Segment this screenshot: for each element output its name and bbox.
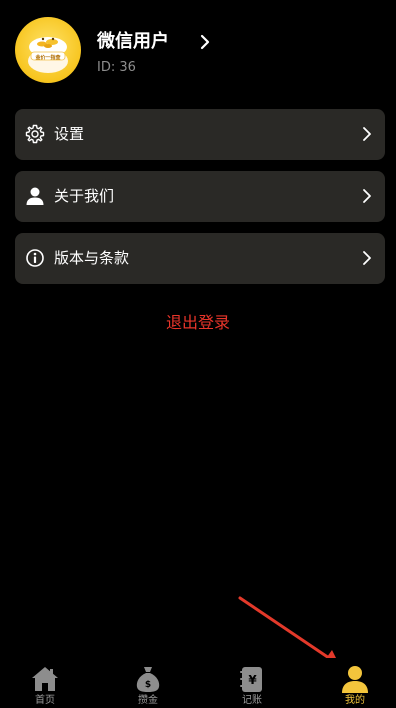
home-icon [32, 667, 58, 691]
chevron-right-icon[interactable] [198, 34, 212, 50]
profile-name[interactable]: 微信用户 [97, 30, 169, 54]
menu-item-label: 设置 [54, 125, 85, 143]
logout-button[interactable]: 退出登录 [0, 312, 396, 334]
avatar-logo-text: 金价一指查 [35, 55, 61, 61]
tab-label: 记账 [242, 695, 262, 706]
tab-save-gold[interactable]: $ 攒金 [118, 658, 178, 708]
gold-pot-icon [28, 37, 68, 73]
tab-label: 攒金 [138, 695, 158, 706]
tab-mine[interactable]: 我的 [325, 658, 385, 708]
menu-item-label: 版本与条款 [54, 249, 130, 267]
chevron-right-icon [363, 189, 371, 203]
info-icon [26, 249, 44, 267]
tab-label: 我的 [345, 695, 365, 706]
tab-home[interactable]: 首页 [15, 658, 75, 708]
money-bag-icon: $ [136, 667, 160, 692]
menu-item-about-us[interactable]: 关于我们 [15, 171, 385, 222]
avatar[interactable]: 金价一指查 [15, 17, 81, 83]
bottom-tab-bar: 首页 $ 攒金 ¥ 记账 我的 [0, 658, 396, 708]
svg-text:¥: ¥ [248, 673, 257, 687]
profile-id: ID: 36 [97, 60, 136, 75]
profile-icon [342, 666, 368, 693]
gear-icon [25, 124, 45, 144]
svg-text:$: $ [145, 680, 151, 690]
ledger-icon: ¥ [240, 667, 262, 692]
tab-bookkeeping[interactable]: ¥ 记账 [222, 658, 282, 708]
menu-item-settings[interactable]: 设置 [15, 109, 385, 160]
user-icon [26, 187, 44, 205]
chevron-right-icon [363, 127, 371, 141]
tab-label: 首页 [35, 695, 55, 706]
menu-item-label: 关于我们 [54, 187, 115, 205]
profile-header[interactable]: 金价一指查 微信用户 ID: 36 [15, 17, 385, 83]
menu-item-version-terms[interactable]: 版本与条款 [15, 233, 385, 284]
chevron-right-icon [363, 251, 371, 265]
